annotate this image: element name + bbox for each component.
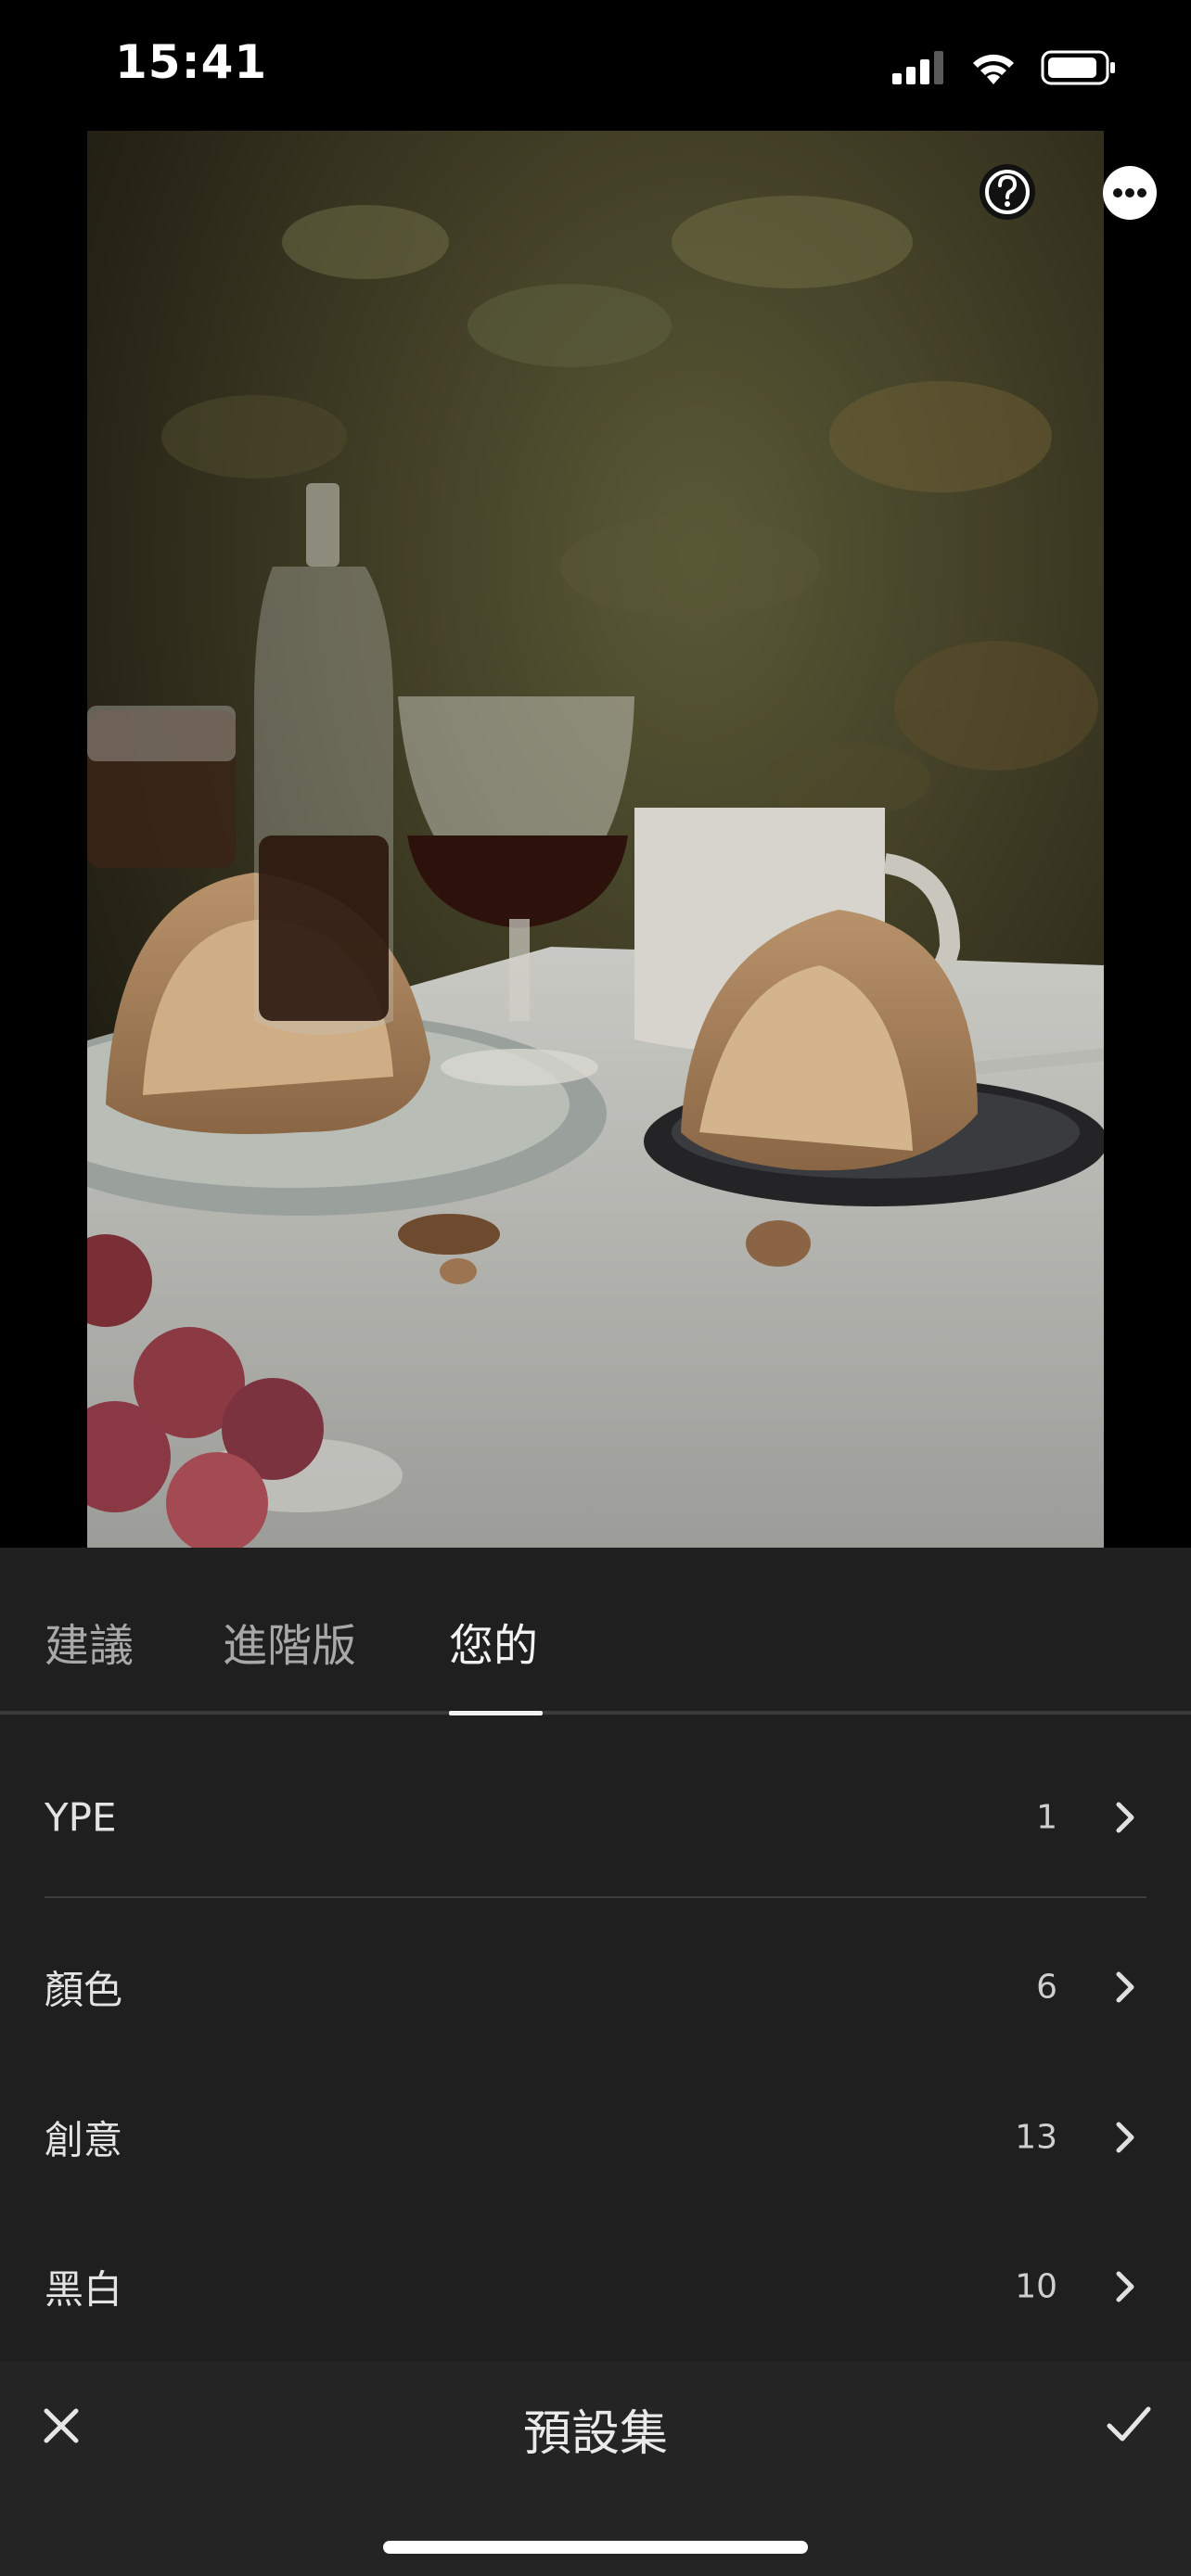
preset-group-count: 1 [1036, 1798, 1057, 1837]
checkmark-icon[interactable] [1106, 2404, 1152, 2446]
preset-group-row[interactable]: YPE 1 [0, 1753, 1191, 1882]
chevron-right-icon [1116, 1971, 1134, 2003]
preset-group-label: 黑白 [45, 2266, 123, 2313]
preset-group-label: 顏色 [45, 1967, 123, 2013]
preset-group-count: 6 [1036, 1968, 1057, 2007]
chevron-right-icon [1116, 1802, 1134, 1833]
home-indicator[interactable] [383, 2541, 808, 2554]
tabs-divider [0, 1711, 1191, 1715]
help-icon[interactable] [977, 161, 1038, 223]
photo-image [87, 131, 1104, 1548]
preset-group-label: YPE [45, 1794, 117, 1841]
preset-group-label: 創意 [45, 2117, 123, 2163]
row-divider [45, 1896, 1146, 1898]
tab-premium[interactable]: 進階版 [223, 1609, 356, 1674]
status-bar: 15:41 [0, 0, 1191, 130]
preset-group-count: 10 [1015, 2267, 1057, 2306]
status-icons [892, 45, 1117, 91]
panel-title: 預設集 [522, 2406, 668, 2462]
battery-icon [1041, 50, 1115, 85]
wifi-icon [973, 54, 1014, 84]
preset-group-row[interactable]: 創意 13 [0, 2072, 1191, 2202]
preset-group-row[interactable]: 顏色 6 [0, 1922, 1191, 2052]
active-tab-indicator [449, 1711, 543, 1715]
chevron-right-icon [1116, 2271, 1134, 2302]
photo-preview[interactable] [87, 131, 1104, 1548]
preset-tabs: 建議 進階版 您的 [0, 1548, 1191, 1715]
preset-group-count: 13 [1015, 2118, 1057, 2157]
more-options-icon[interactable] [1102, 165, 1158, 221]
tab-yours[interactable]: 您的 [449, 1609, 538, 1674]
cellular-signal-icon [892, 51, 943, 84]
chevron-right-icon [1116, 2122, 1134, 2153]
tab-recommended[interactable]: 建議 [45, 1609, 134, 1674]
bottom-toolbar: 預設集 [0, 2361, 1191, 2576]
preset-group-row[interactable]: 黑白 10 [0, 2222, 1191, 2352]
status-time: 15:41 [115, 35, 268, 89]
